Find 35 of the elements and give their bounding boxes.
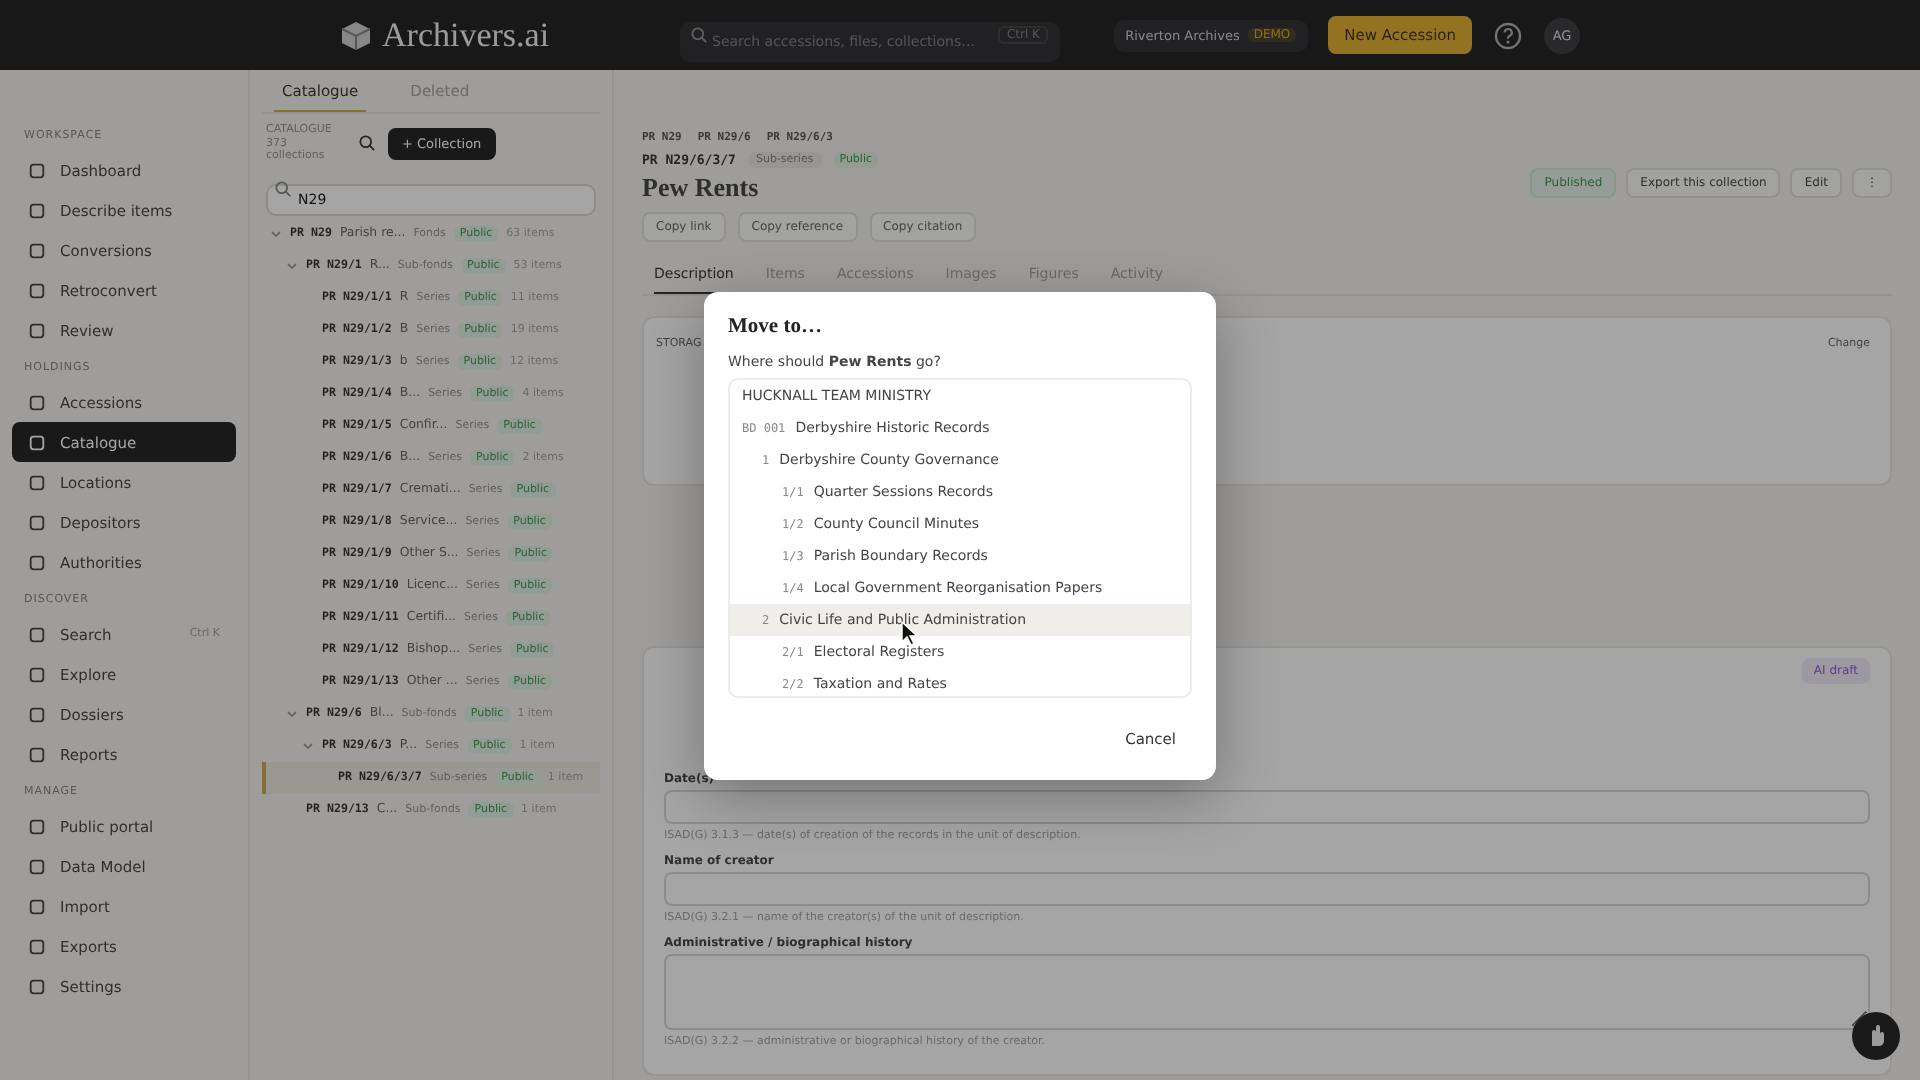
help-icon[interactable]: [1492, 19, 1524, 51]
square-outline-icon: [28, 321, 46, 339]
chevron-icon[interactable]: [286, 259, 298, 272]
square-outline-icon: [28, 513, 46, 531]
square-outline-icon: [28, 857, 46, 875]
square-outline-icon: [28, 817, 46, 835]
square-outline-icon: [28, 977, 46, 995]
input-field[interactable]: [664, 790, 1870, 824]
square-outline-icon: [28, 281, 46, 299]
dialog-title: Move to…: [728, 316, 824, 338]
chevron-icon[interactable]: [302, 739, 314, 752]
hand-icon: [1866, 1024, 1886, 1048]
square-outline-icon: [28, 161, 46, 179]
square-outline-icon: [28, 553, 46, 571]
search-icon: [358, 134, 376, 153]
chevron-icon[interactable]: [286, 707, 298, 720]
square-outline-icon: [28, 433, 46, 451]
input-field[interactable]: [664, 872, 1870, 906]
square-outline-icon: [28, 625, 46, 643]
square-outline-icon: [28, 665, 46, 683]
search-icon: [690, 26, 708, 44]
square-outline-icon: [28, 745, 46, 763]
record-title: Pew Rents: [642, 172, 761, 204]
app-logo-text: Archivers.ai: [382, 15, 550, 55]
square-outline-icon: [28, 937, 46, 955]
square-outline-icon: [28, 473, 46, 491]
square-outline-icon: [28, 241, 46, 259]
square-outline-icon: [28, 897, 46, 915]
square-outline-icon: [28, 393, 46, 411]
chevron-icon[interactable]: [270, 227, 282, 240]
box-logo-icon: [340, 19, 372, 51]
search-icon: [274, 180, 292, 199]
square-outline-icon: [28, 705, 46, 723]
input-field[interactable]: [664, 954, 1870, 1030]
square-outline-icon: [28, 201, 46, 219]
